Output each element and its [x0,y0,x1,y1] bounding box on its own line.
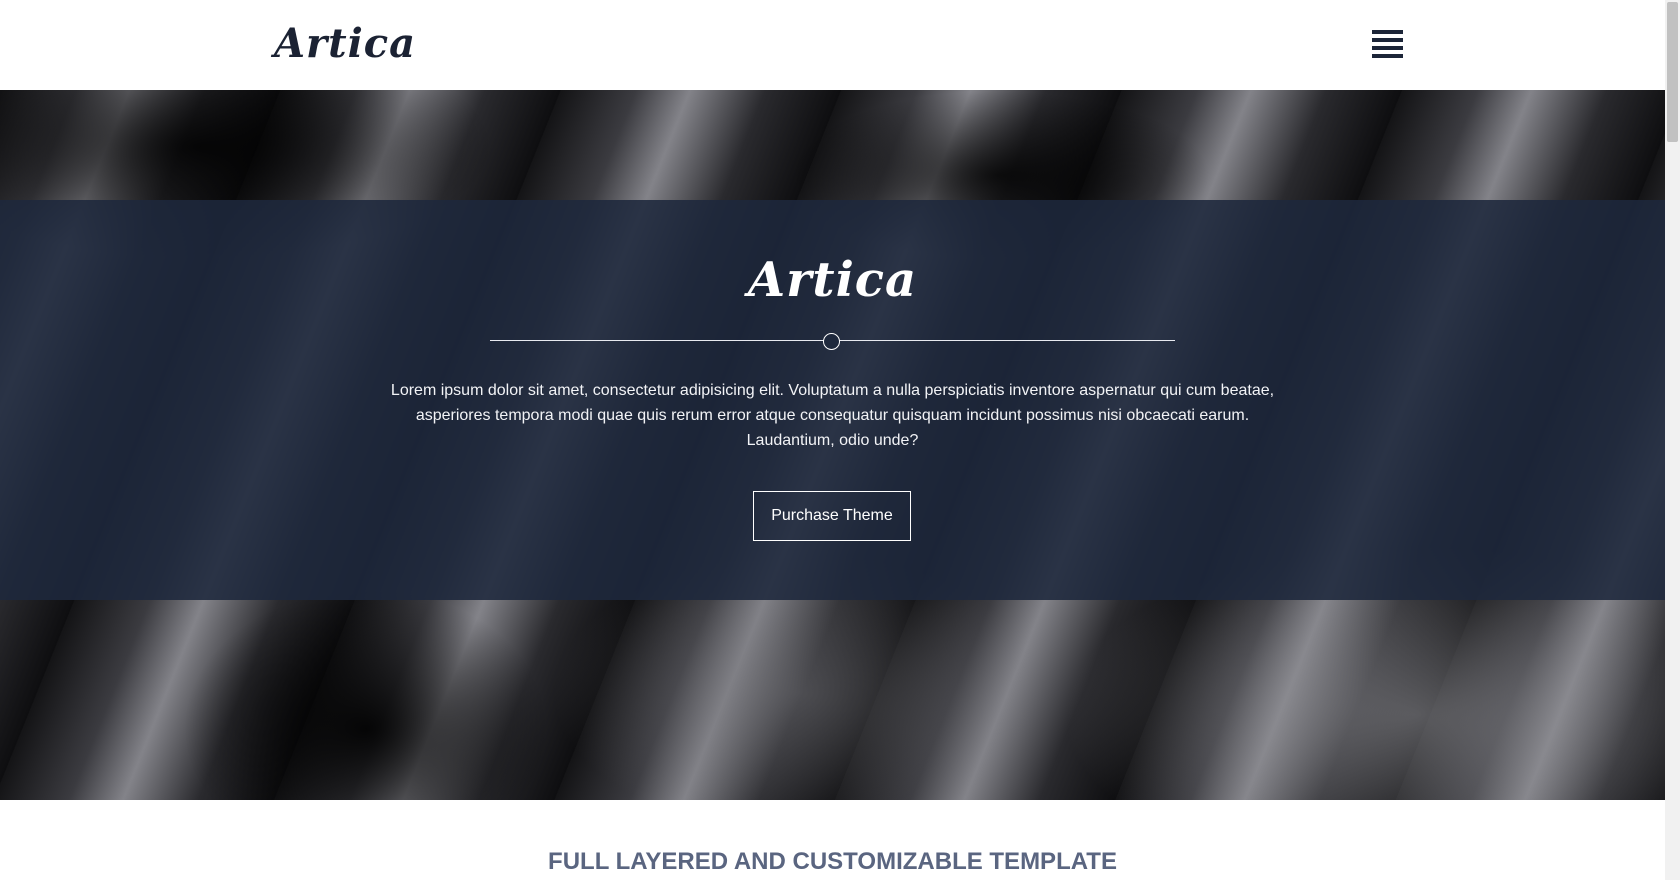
hero-description: Lorem ipsum dolor sit amet, consectetur … [390,382,1275,449]
hero-section: Artica Lorem ipsum dolor sit amet, conse… [0,90,1665,800]
purchase-theme-button[interactable]: Purchase Theme [753,491,911,541]
menu-bar-line [1372,30,1403,34]
menu-bar-line [1372,54,1403,58]
vertical-scrollbar[interactable] [1665,0,1680,880]
hero-title: Artica [747,252,918,308]
hamburger-menu-icon[interactable] [1372,30,1403,58]
site-logo[interactable]: Artica [274,20,416,67]
page: Artica Artica Lorem ipsum dolor sit amet… [0,0,1680,880]
scrollbar-thumb[interactable] [1667,2,1678,142]
top-navigation-bar: Artica [0,0,1665,90]
section-heading: FULL LAYERED AND CUSTOMIZABLE TEMPLATE [548,848,1117,875]
hero-overlay-band: Artica Lorem ipsum dolor sit amet, conse… [0,200,1665,600]
divider-circle-icon [823,333,840,350]
menu-bar-line [1372,38,1403,42]
menu-bar-line [1372,46,1403,50]
